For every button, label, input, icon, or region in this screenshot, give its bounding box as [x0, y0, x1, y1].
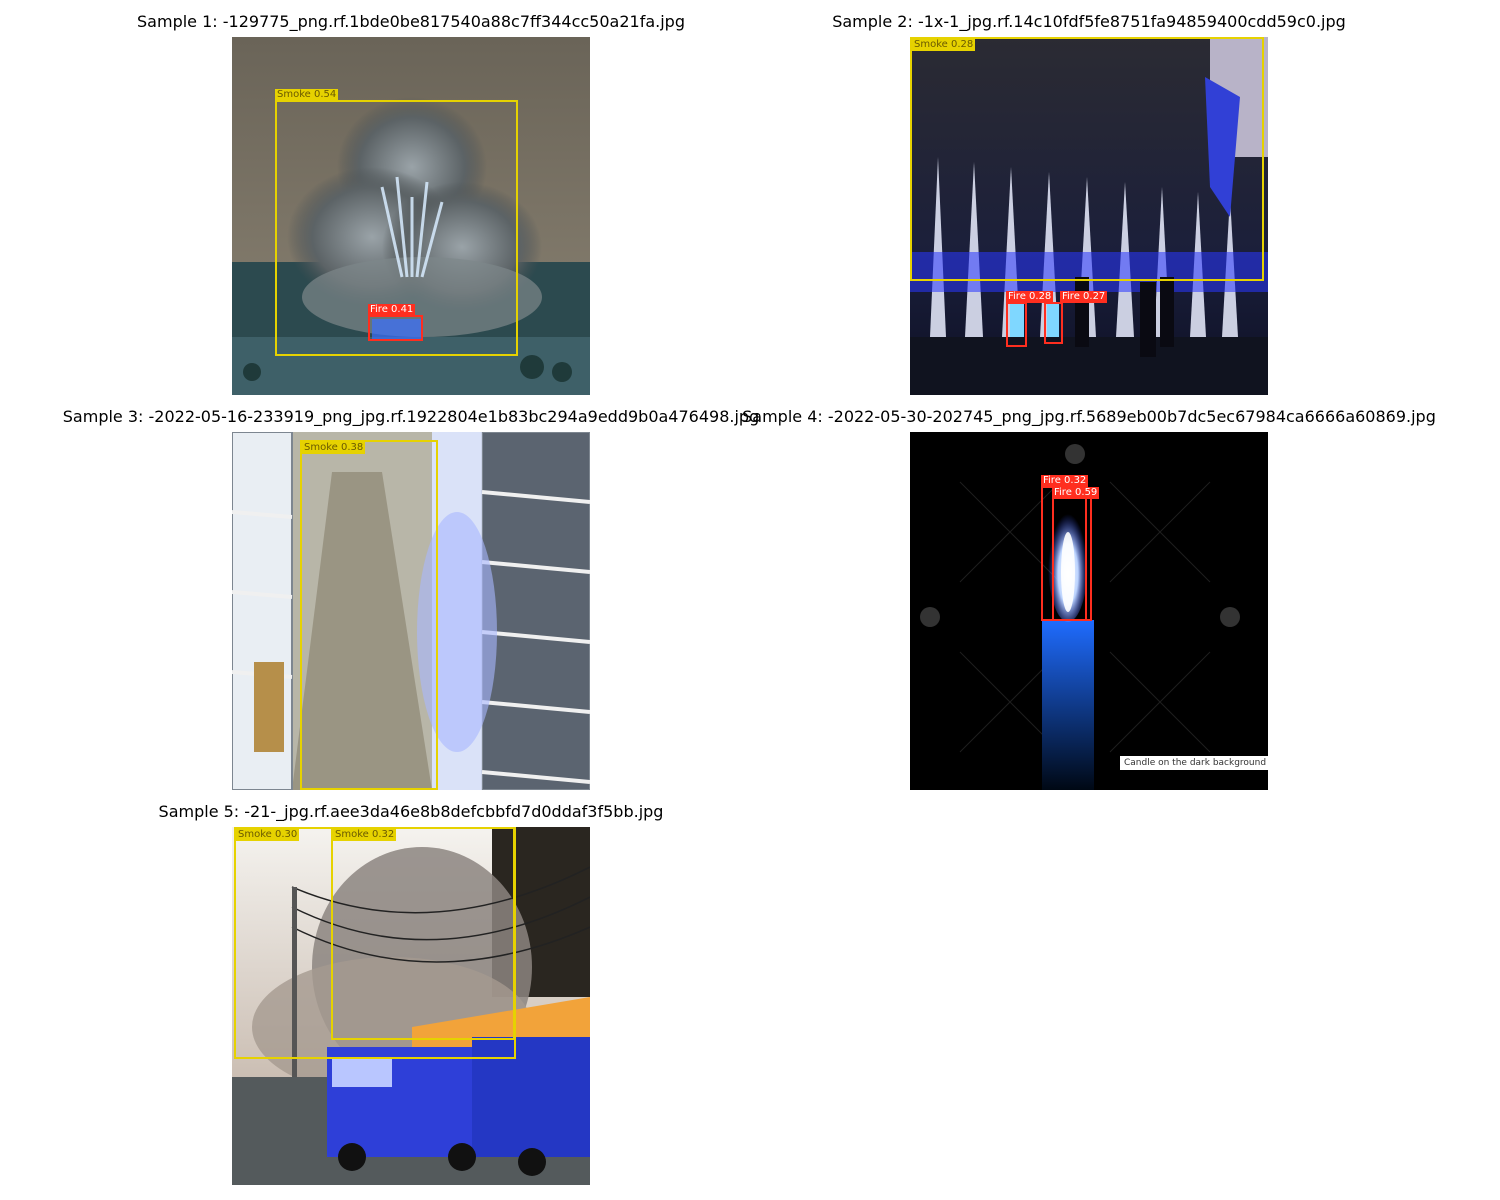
fire-detection-box: Fire 0.28	[1006, 291, 1054, 347]
sample-image: Fire 0.32 Fire 0.59 Candle on the dark b…	[910, 432, 1268, 790]
sample-title: Sample 4: -2022-05-30-202745_png_jpg.rf.…	[742, 407, 1436, 426]
sample-image: Smoke 0.38	[232, 432, 590, 790]
sample-image: Smoke 0.54 Fire 0.41	[232, 37, 590, 395]
sample-title: Sample 2: -1x-1_jpg.rf.14c10fdf5fe8751fa…	[832, 12, 1346, 31]
detection-label: Fire 0.32	[1041, 475, 1089, 487]
detection-label: Smoke 0.54	[275, 89, 339, 101]
sample-image: Smoke 0.28 Fire 0.28 Fire 0.27	[910, 37, 1268, 395]
detection-label: Smoke 0.28	[912, 39, 976, 51]
sample-title: Sample 1: -129775_png.rf.1bde0be817540a8…	[137, 12, 685, 31]
smoke-detection-box: Smoke 0.38	[300, 440, 438, 790]
smoke-detection-box: Smoke 0.28	[910, 37, 1264, 281]
smoke-detection-box: Smoke 0.32	[331, 827, 515, 1040]
detection-label: Fire 0.27	[1060, 291, 1108, 303]
detection-label: Smoke 0.32	[333, 829, 397, 841]
detection-label: Fire 0.41	[368, 304, 416, 316]
sample-title: Sample 5: -21-_jpg.rf.aee3da46e8b8defcbb…	[158, 802, 664, 821]
detection-label: Smoke 0.30	[236, 829, 300, 841]
watermark-caption: Candle on the dark background - 2	[1120, 756, 1268, 770]
detection-label: Fire 0.59	[1052, 487, 1100, 499]
sample-image: Smoke 0.30 Smoke 0.32	[232, 827, 590, 1185]
sample-title: Sample 3: -2022-05-16-233919_png_jpg.rf.…	[62, 407, 760, 426]
detection-label: Smoke 0.38	[302, 442, 366, 454]
fire-detection-box: Fire 0.27	[1044, 291, 1108, 344]
fire-detection-box: Fire 0.41	[368, 304, 423, 341]
fire-detection-box: Fire 0.59	[1052, 487, 1100, 621]
